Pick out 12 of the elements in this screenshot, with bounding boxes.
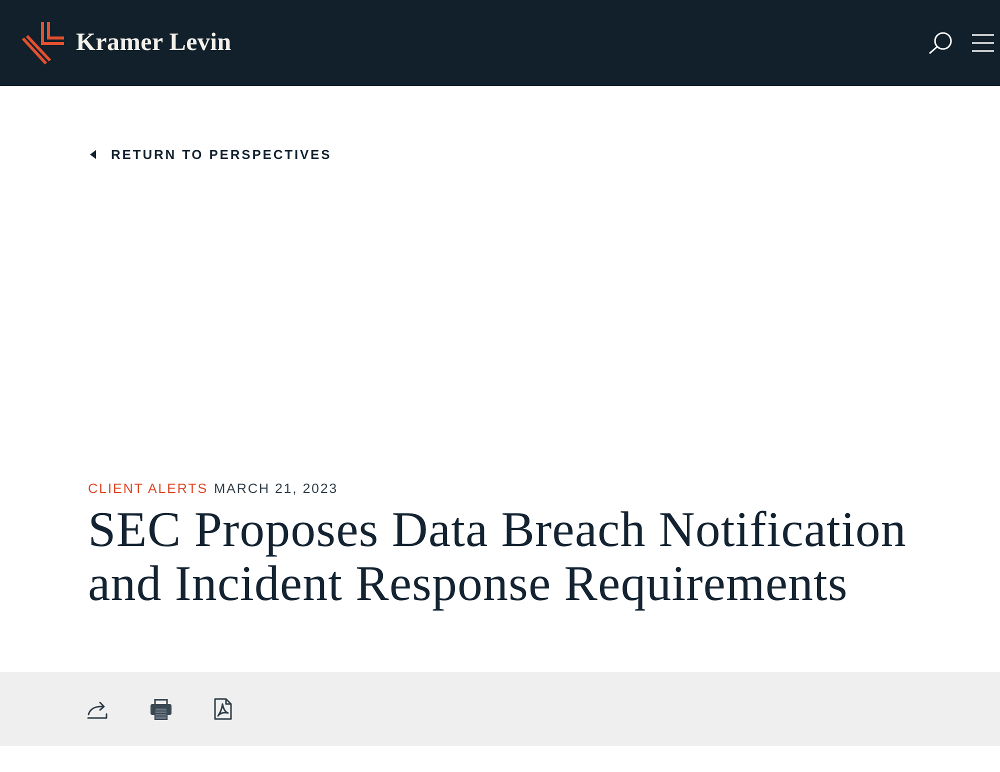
return-link[interactable]: RETURN TO PERSPECTIVES	[88, 147, 332, 162]
article-title: SEC Proposes Data Breach Notification and Incident Response Requirements	[88, 502, 908, 610]
date-text: MARCH 21, 2023	[214, 481, 338, 496]
caret-icon	[90, 150, 96, 159]
logo-text[interactable]: Kramer Levin	[76, 29, 232, 57]
category-link[interactable]: CLIENT ALERTS	[88, 481, 208, 496]
menu-icon[interactable]	[972, 34, 994, 52]
print-icon[interactable]	[150, 698, 172, 720]
search-icon[interactable]	[929, 32, 952, 54]
logo-icon	[22, 22, 64, 66]
pdf-file-icon[interactable]	[214, 698, 232, 720]
share-icon[interactable]	[87, 699, 108, 719]
